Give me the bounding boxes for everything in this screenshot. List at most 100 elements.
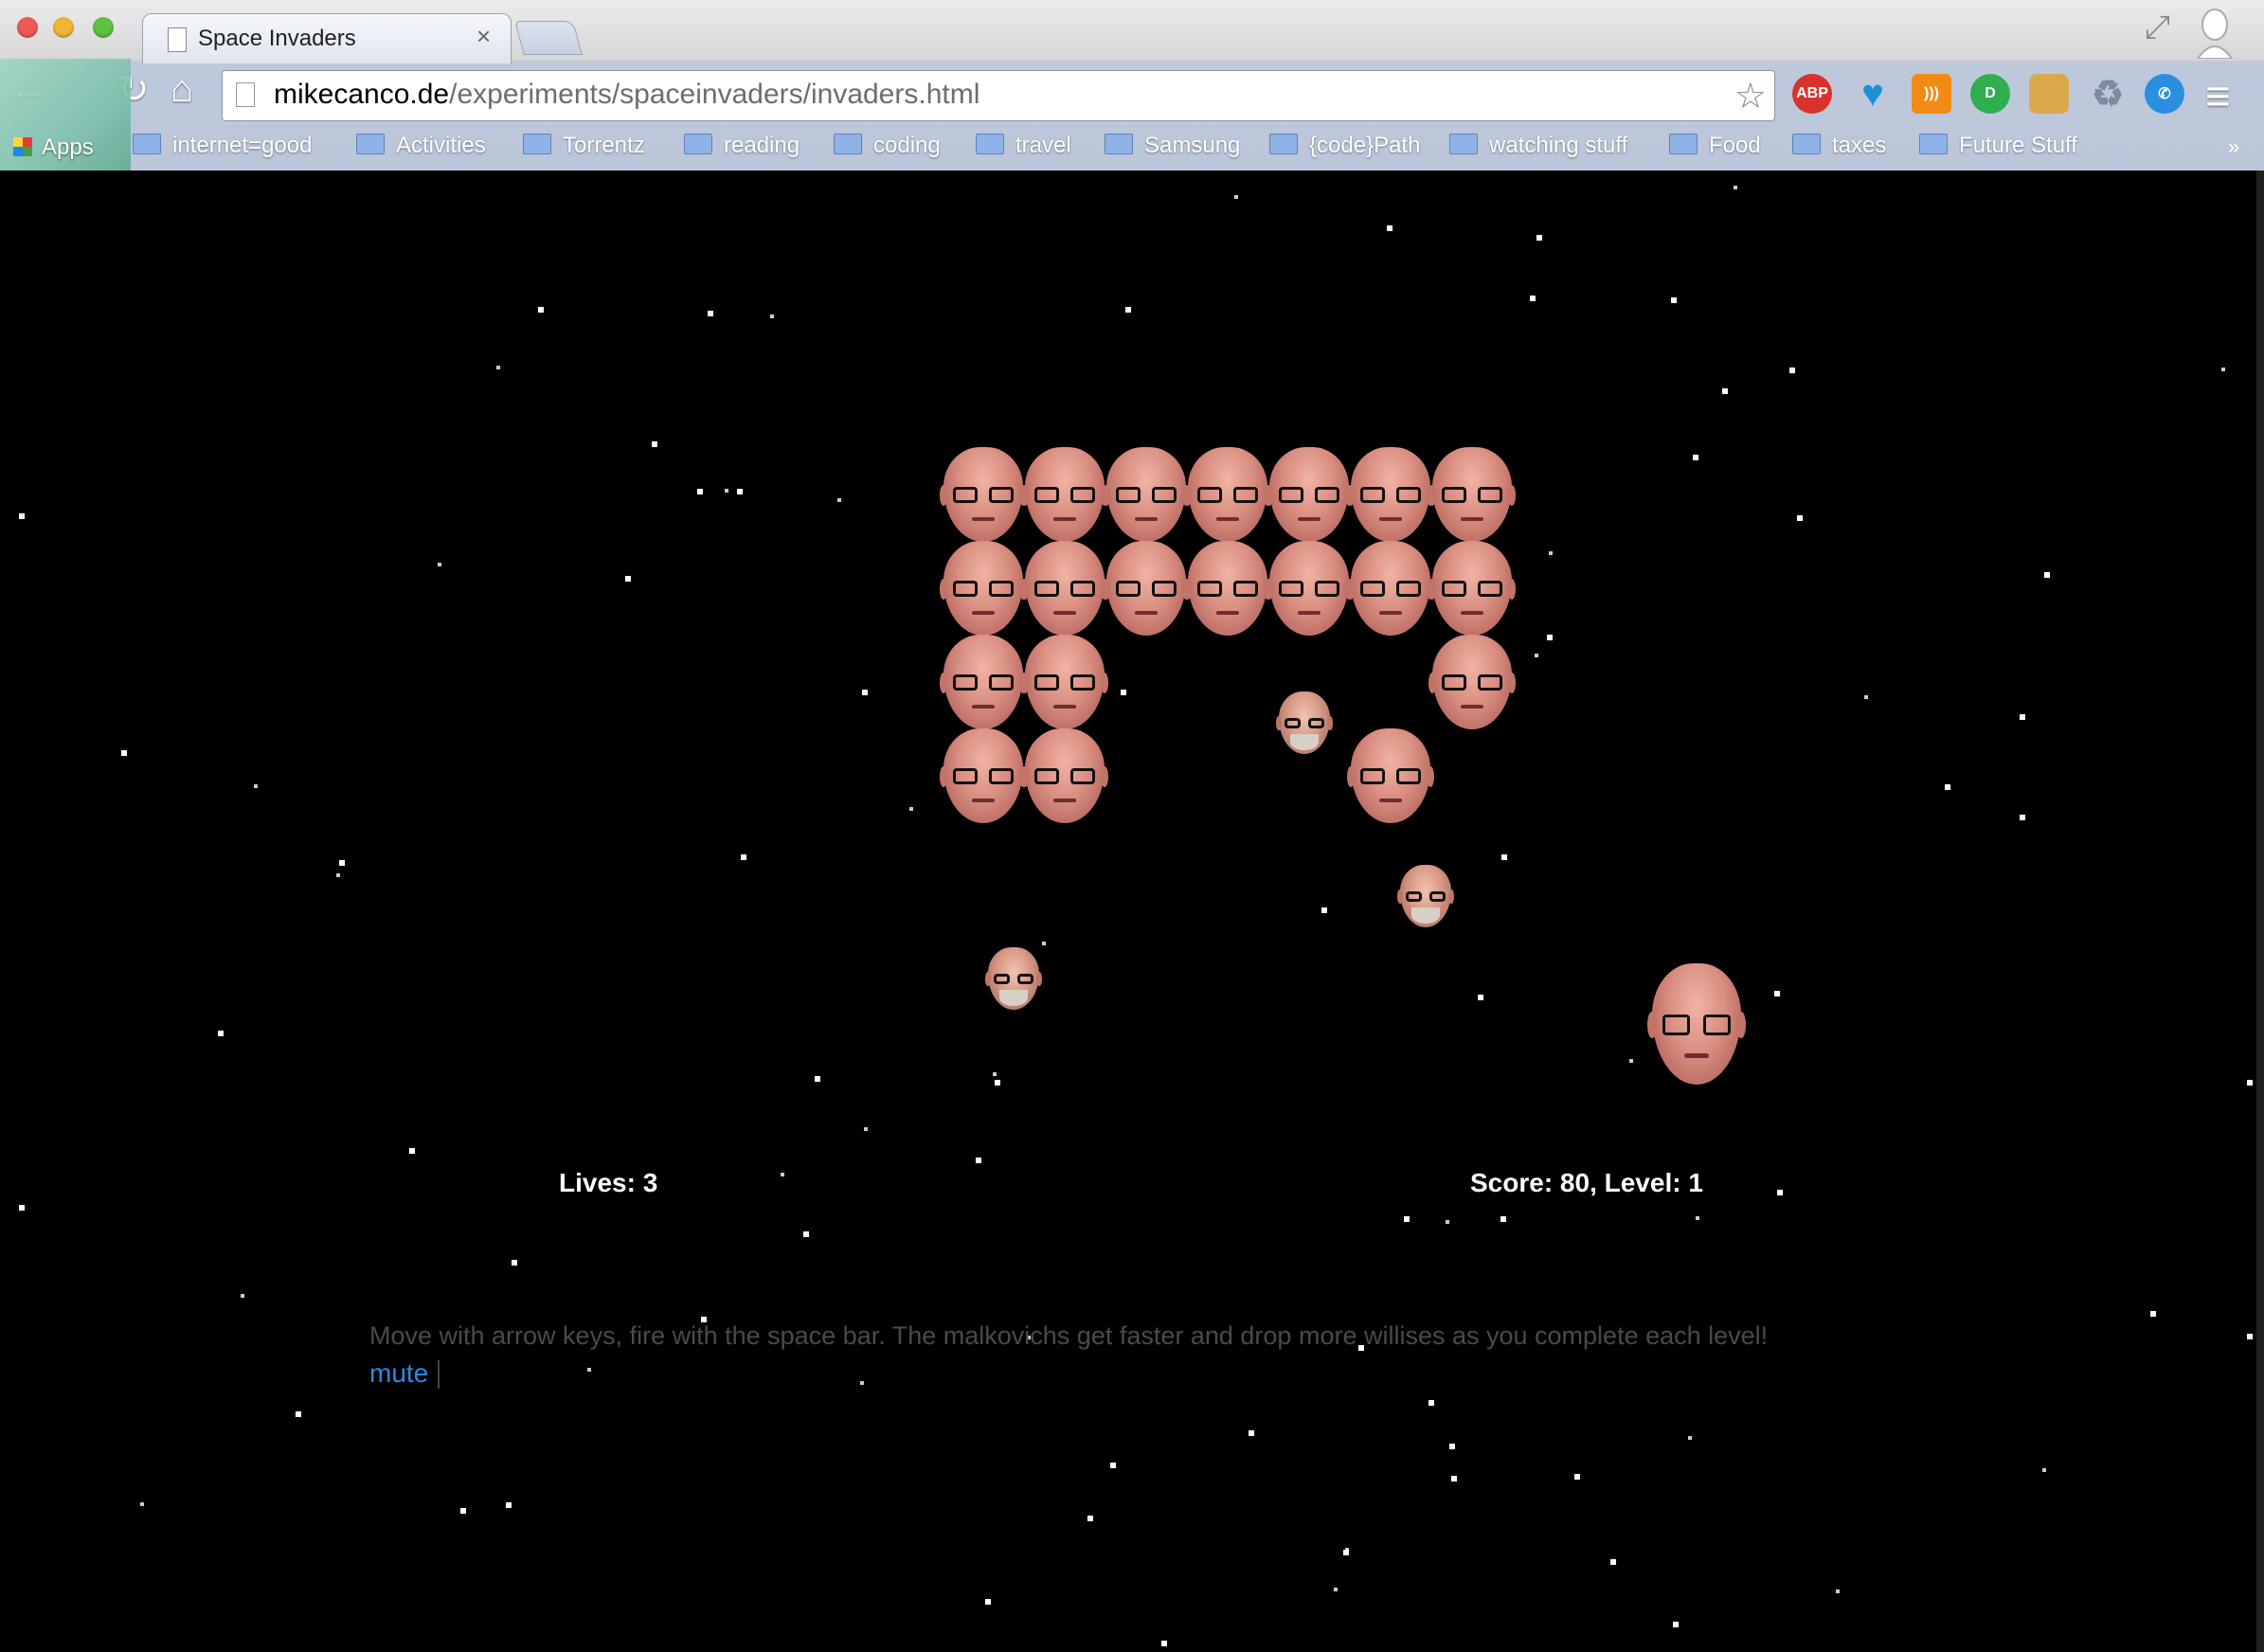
ghostery-icon[interactable]: ♥ — [1853, 73, 1893, 115]
star — [864, 1127, 868, 1131]
invader-r2-c3 — [1102, 541, 1191, 636]
star — [496, 366, 500, 369]
bookmark-folder[interactable]: Future Stuff — [1919, 133, 2077, 159]
bookmark-folder[interactable]: internet=good — [133, 133, 312, 159]
star — [2247, 1334, 2253, 1339]
profile-icon[interactable] — [2194, 6, 2236, 59]
star — [993, 1072, 997, 1076]
star — [2044, 572, 2050, 578]
bookmark-folder[interactable]: taxes — [1792, 133, 1886, 159]
folder-icon — [834, 134, 862, 154]
folder-icon — [1449, 134, 1478, 154]
rss-icon[interactable]: ))) — [1912, 74, 1951, 114]
star — [1428, 1400, 1434, 1406]
bookmark-folder[interactable]: Torrentz — [523, 133, 645, 159]
falling-bomb-1 — [1276, 691, 1333, 754]
adblock-plus-icon[interactable]: ABP — [1792, 74, 1832, 114]
star — [1734, 186, 1737, 189]
active-tab[interactable]: Space Invaders × — [142, 13, 512, 63]
falling-bomb-2 — [1397, 865, 1454, 927]
star — [1797, 515, 1803, 521]
new-tab-button[interactable] — [514, 21, 583, 55]
star — [1836, 1589, 1840, 1593]
d-extension-icon[interactable]: D — [1970, 74, 2010, 114]
falling-bomb-3 — [985, 947, 1042, 1010]
star — [1334, 1588, 1338, 1591]
star — [1501, 854, 1507, 860]
chrome-menu-icon[interactable]: ≡ — [2205, 70, 2231, 121]
url-text[interactable]: mikecanco.de/experiments/spaceinvaders/i… — [274, 79, 979, 111]
star — [1671, 297, 1677, 303]
bookmark-folder[interactable]: coding — [834, 133, 941, 159]
page-icon — [168, 27, 187, 52]
star — [1530, 296, 1536, 301]
folder-icon — [133, 134, 161, 154]
folder-icon — [684, 134, 712, 154]
bookmarks-bar: Apps internet=good Activities Torrentz r… — [0, 127, 2264, 171]
text-caret — [438, 1360, 440, 1389]
star — [121, 750, 127, 756]
folder-icon — [1105, 134, 1133, 154]
star — [2020, 714, 2025, 720]
star — [1478, 995, 1483, 1000]
star — [1387, 225, 1393, 231]
fullscreen-icon[interactable]: ⤢ — [2145, 9, 2170, 46]
tab-title: Space Invaders — [198, 26, 356, 51]
invader-r2-c7 — [1428, 541, 1517, 636]
star — [985, 1599, 991, 1605]
star — [1574, 1474, 1580, 1480]
star — [741, 854, 746, 860]
tab-close-icon[interactable]: × — [476, 22, 491, 51]
score-level-display: Score: 80, Level: 1 — [1470, 1168, 1703, 1197]
star — [296, 1411, 301, 1417]
bookmark-folder[interactable]: {code}Path — [1269, 133, 1420, 159]
star — [1696, 1216, 1699, 1220]
bookmark-star-icon[interactable]: ☆ — [1734, 75, 1767, 117]
invader-r4-c2 — [1020, 728, 1109, 823]
chat-icon[interactable]: ✆ — [2145, 74, 2184, 114]
star — [1321, 907, 1327, 913]
star — [1446, 1220, 1449, 1224]
invader-r1-c5 — [1265, 447, 1354, 542]
game-canvas[interactable] — [0, 171, 2256, 1652]
window-maximize-button[interactable] — [93, 17, 114, 38]
star — [1110, 1463, 1116, 1468]
address-bar[interactable]: mikecanco.de/experiments/spaceinvaders/i… — [222, 70, 1775, 121]
star — [538, 307, 544, 313]
mute-link[interactable]: mute — [369, 1358, 428, 1389]
star — [1087, 1516, 1093, 1521]
star — [781, 1173, 784, 1176]
invader-r1-c1 — [939, 447, 1028, 542]
invader-r1-c6 — [1346, 447, 1435, 542]
tab-strip: Space Invaders × ⤢ — [0, 0, 2264, 63]
apps-grid-icon — [13, 137, 32, 156]
folder-icon — [1792, 134, 1821, 154]
bookmark-folder[interactable]: reading — [684, 133, 800, 159]
window-close-button[interactable] — [17, 17, 38, 38]
bookmark-folder[interactable]: travel — [976, 133, 1071, 159]
star — [803, 1231, 809, 1237]
star — [336, 873, 340, 877]
star — [860, 1381, 864, 1385]
invader-r1-c4 — [1183, 447, 1272, 542]
bookmark-folder[interactable]: Food — [1669, 133, 1761, 159]
doge-icon[interactable] — [2029, 74, 2069, 114]
window-minimize-button[interactable] — [53, 17, 74, 38]
invader-r3-c2 — [1020, 635, 1109, 729]
apps-shortcut[interactable]: Apps — [13, 135, 94, 161]
bookmark-folder[interactable]: watching stuff — [1449, 133, 1627, 159]
star — [2221, 368, 2225, 371]
star — [770, 314, 774, 318]
star — [1547, 635, 1553, 640]
bookmarks-overflow-icon[interactable]: » — [2228, 135, 2239, 159]
instructions-text: Move with arrow keys, fire with the spac… — [369, 1321, 1769, 1350]
star — [1688, 1436, 1692, 1440]
star — [1042, 942, 1046, 945]
bookmark-folder[interactable]: Samsung — [1105, 133, 1240, 159]
bookmark-folder[interactable]: Activities — [356, 133, 486, 159]
star — [1500, 1216, 1506, 1222]
recycle-icon[interactable]: ♻ — [2088, 74, 2128, 115]
page-scrollbar[interactable] — [2256, 171, 2264, 1652]
home-icon[interactable]: ⌂ — [171, 68, 193, 111]
invader-r3-c1 — [939, 635, 1028, 729]
